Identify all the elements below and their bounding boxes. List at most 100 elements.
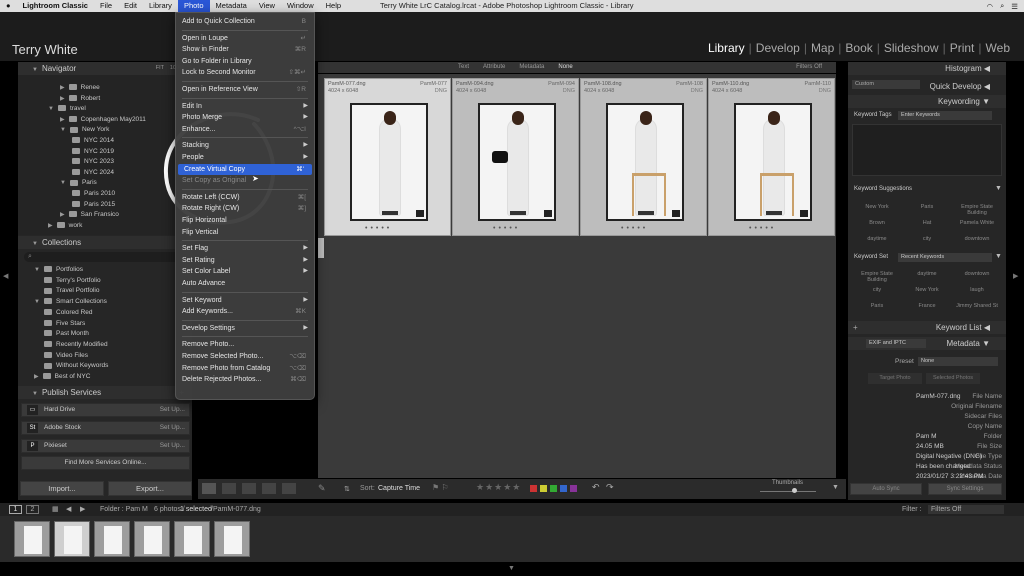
filmstrip-toggle-icon[interactable]: ▼ (508, 565, 515, 572)
filmstrip-source[interactable]: Folder : Pam M (100, 506, 148, 513)
find-more-services-button[interactable]: Find More Services Online... (21, 456, 190, 470)
metadata-value[interactable]: 24.05 MB (916, 443, 944, 450)
folder-item[interactable]: ▶ work (48, 221, 82, 231)
photo-thumbnail[interactable] (734, 103, 812, 221)
painter-icon[interactable]: ✎ (318, 483, 326, 494)
grid-view-icon[interactable] (202, 483, 216, 494)
module-web[interactable]: Web (982, 41, 1014, 55)
folder-item[interactable]: NYC 2023 (72, 157, 114, 167)
menu-item-go-to-folder-in-library[interactable]: Go to Folder in Library (176, 56, 314, 67)
photo-thumbnail[interactable] (350, 103, 428, 221)
filmstrip-thumbnail[interactable] (54, 521, 90, 557)
disclosure-closed-icon[interactable]: ▶ (48, 223, 53, 229)
keyword-set-select[interactable]: Recent Keywords (898, 253, 992, 262)
menu-edit[interactable]: Edit (118, 0, 143, 12)
photo-thumbnail[interactable] (478, 103, 556, 221)
collection-item[interactable]: Recently Modified (44, 340, 108, 350)
disclosure-closed-icon[interactable]: ▶ (60, 85, 65, 91)
disclosure-open-icon[interactable]: ▼ (48, 106, 54, 112)
people-view-icon[interactable] (282, 483, 296, 494)
metadata-preset-select[interactable]: None (918, 357, 998, 366)
publish-services-header[interactable]: ▼Publish Services + (18, 386, 192, 399)
keyword-chip[interactable]: New York (852, 204, 902, 210)
module-develop[interactable]: Develop (752, 41, 804, 55)
folder-item[interactable]: ▶ Renee (60, 83, 100, 93)
service-setup-button[interactable]: Set Up... (160, 404, 185, 416)
disclosure-icon[interactable]: ▼ (34, 299, 40, 305)
menu-view[interactable]: View (253, 0, 281, 12)
filter-metadata[interactable]: Metadata (519, 62, 544, 73)
menu-lightroom-classic[interactable]: Lightroom Classic (17, 0, 94, 12)
module-print[interactable]: Print (946, 41, 979, 55)
navigator-header[interactable]: ▼Navigator FIT 100% (18, 62, 192, 75)
folder-item[interactable]: ▼ New York (60, 125, 109, 135)
folder-item[interactable]: ▶ Robert (60, 94, 100, 104)
keyword-chip[interactable]: Paris (852, 303, 902, 309)
keyword-chip[interactable]: New York (902, 287, 952, 293)
menu-window[interactable]: Window (281, 0, 320, 12)
module-map[interactable]: Map (807, 41, 838, 55)
add-keyword-icon[interactable]: + (853, 321, 858, 334)
zoom-fit[interactable]: FIT (156, 62, 164, 75)
collection-item[interactable]: Terry's Portfolio (44, 276, 101, 286)
folder-item[interactable]: Paris 2015 (72, 200, 115, 210)
color-label-blue[interactable] (560, 485, 567, 492)
menu-item-delete-rejected-photos[interactable]: Delete Rejected Photos... ⌘⌫ (176, 374, 314, 385)
module-library[interactable]: Library (704, 41, 749, 55)
menu-item-open-in-reference-view[interactable]: Open in Reference View ⇧R (176, 84, 314, 95)
survey-view-icon[interactable] (262, 483, 276, 494)
menu-item-add-keywords[interactable]: Add Keywords... ⌘K (176, 306, 314, 317)
menu-item-lock-to-second-monitor[interactable]: Lock to Second Monitor ⇧⌘↵ (176, 67, 314, 78)
photo-thumbnail[interactable] (606, 103, 684, 221)
collection-item[interactable]: Five Stars (44, 319, 85, 329)
color-label-green[interactable] (550, 485, 557, 492)
folder-item[interactable]: ▶ Copenhagen May2011 (60, 115, 146, 125)
filter-attribute[interactable]: Attribute (483, 62, 505, 73)
publish-service-adobe-stock[interactable]: St Adobe Stock Set Up... (21, 421, 190, 435)
metadata-value[interactable]: Digital Negative (DNG) (916, 453, 982, 460)
rating-dots[interactable]: ••••• (621, 225, 648, 232)
quick-develop-header[interactable]: Quick Develop ◀ (848, 80, 1006, 93)
menu-item-flip-horizontal[interactable]: Flip Horizontal (176, 215, 314, 226)
filter-none[interactable]: None (558, 62, 572, 73)
grid-cell[interactable]: PamM-110.dng PamM-110 4024 x 6048 DNG ••••• (708, 78, 835, 236)
color-label-purple[interactable] (570, 485, 577, 492)
rating-dots[interactable]: ••••• (365, 225, 392, 232)
control-center-icon[interactable]: ☰ (1011, 2, 1018, 11)
search-icon[interactable]: ⌕ (1000, 1, 1004, 11)
menu-item-flip-vertical[interactable]: Flip Vertical (176, 227, 314, 238)
selected-photos-button[interactable]: Selected Photos (926, 373, 980, 384)
menu-item-photo-merge[interactable]: Photo Merge ▶ (176, 112, 314, 123)
service-setup-button[interactable]: Set Up... (160, 440, 185, 452)
keyword-list-header[interactable]: + Keyword List ◀ (848, 321, 1006, 334)
rating-stars[interactable]: ★★★★★ (476, 482, 521, 493)
keyword-tags-select[interactable]: Enter Keywords (898, 111, 992, 120)
keyword-chip[interactable]: Brown (852, 220, 902, 226)
publish-service-pixieset[interactable]: P Pixieset Set Up... (21, 439, 190, 453)
menu-item-stacking[interactable]: Stacking ▶ (176, 140, 314, 151)
thumbnail-slider-handle[interactable] (792, 488, 797, 493)
menu-item-remove-selected-photo[interactable]: Remove Selected Photo... ⌥⌫ (176, 351, 314, 362)
metadata-view-select[interactable]: EXIF and IPTC (866, 339, 926, 348)
module-book[interactable]: Book (841, 41, 876, 55)
collection-item[interactable]: ▼ Smart Collections (34, 297, 107, 307)
grid-cell[interactable]: PamM-108.dng PamM-108 4024 x 6048 DNG ••••• (580, 78, 707, 236)
toolbar-options-icon[interactable]: ▼ (832, 484, 839, 491)
menu-item-auto-advance[interactable]: Auto Advance (176, 278, 314, 289)
disclosure-icon[interactable]: ▶ (34, 374, 39, 380)
forward-icon[interactable]: ▶ (80, 505, 85, 513)
rating-dots[interactable]: ••••• (493, 225, 520, 232)
menu-item-open-in-loupe[interactable]: Open in Loupe ↵ (176, 33, 314, 44)
apple-menu-icon[interactable]: ● (0, 0, 17, 12)
metadata-value[interactable]: 2023/01/27 3:22:43 PM (916, 473, 984, 480)
menu-help[interactable]: Help (320, 0, 347, 12)
folder-item[interactable]: NYC 2019 (72, 147, 114, 157)
module-slideshow[interactable]: Slideshow (880, 41, 943, 55)
publish-service-hard-drive[interactable]: ▭ Hard Drive Set Up... (21, 403, 190, 417)
collection-search-input[interactable]: ⌕ (24, 252, 186, 262)
sort-select[interactable]: Capture Time (378, 485, 420, 492)
collection-item[interactable]: Past Month (44, 329, 89, 339)
main-window-button[interactable]: 1 (9, 505, 22, 514)
menu-item-enhance[interactable]: Enhance... ^⌥I (176, 124, 314, 135)
rotate-left-icon[interactable]: ↶ (592, 482, 600, 493)
